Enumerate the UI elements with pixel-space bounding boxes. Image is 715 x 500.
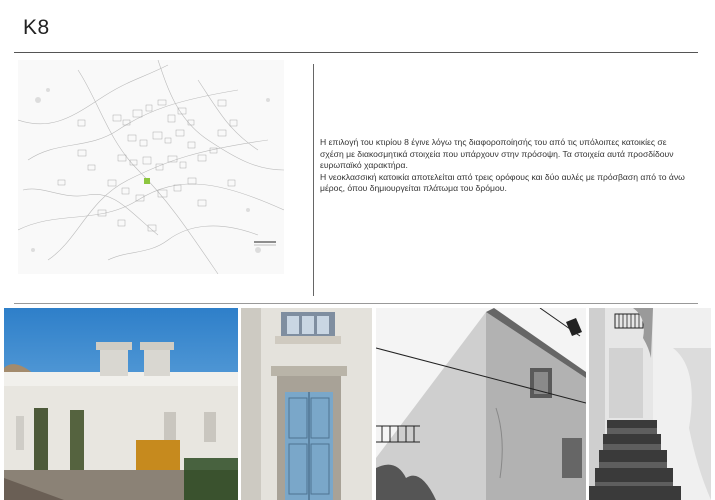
highlighted-building — [144, 178, 150, 184]
description-paragraph: Η νεοκλασσική κατοικία αποτελείται από τ… — [320, 171, 685, 194]
stairway-photo — [589, 308, 711, 500]
site-map — [18, 60, 284, 274]
building-description: Η επιλογή του κτιρίου 8 έγινε λόγω της δ… — [320, 137, 692, 195]
building-corner-photo — [376, 308, 586, 500]
building-exterior-photo — [4, 308, 238, 500]
description-paragraph: Η επιλογή του κτιρίου 8 έγινε λόγω της δ… — [320, 137, 674, 171]
top-divider — [14, 52, 698, 53]
vertical-divider — [313, 64, 314, 296]
page-title: K8 — [23, 16, 50, 39]
middle-divider — [14, 303, 698, 304]
door-window-photo — [241, 308, 372, 500]
